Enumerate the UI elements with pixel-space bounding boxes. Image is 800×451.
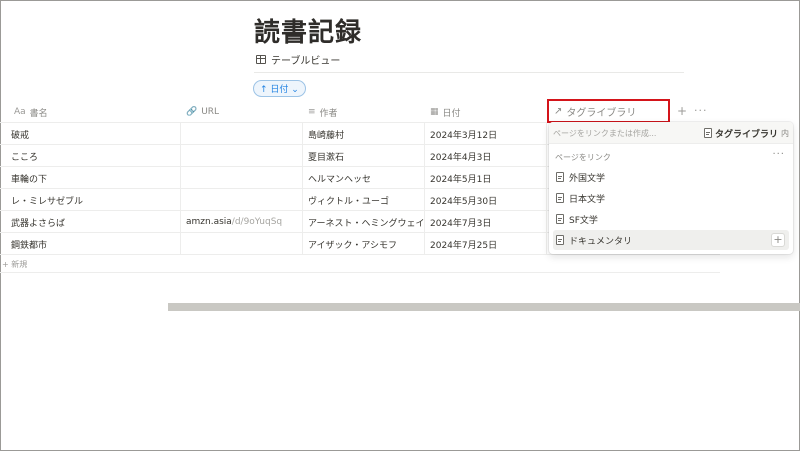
add-property-button[interactable]: + — [677, 104, 687, 118]
cell-url[interactable]: amzn.asia/d/9oYuqSq — [186, 211, 282, 233]
column-header-date[interactable]: ▦ 日付 — [430, 101, 461, 123]
cell-author[interactable]: アイザック・アシモフ — [308, 233, 397, 255]
column-header-url[interactable]: 🔗 URL — [186, 101, 219, 123]
add-relation-button[interactable]: + — [771, 233, 785, 247]
tab-table-view[interactable]: テーブルビュー — [256, 52, 340, 67]
relation-option[interactable]: 外国文学 — [553, 167, 789, 187]
page-icon — [556, 214, 564, 224]
horizontal-scrollbar[interactable] — [168, 303, 800, 311]
cell-title[interactable]: 車輪の下 — [11, 167, 47, 189]
new-row-button[interactable]: + 新規 — [0, 256, 720, 273]
cell-title[interactable]: 鋼鉄都市 — [11, 233, 47, 255]
column-label: 書名 — [29, 108, 48, 119]
target-database-name: タグライブラリ — [714, 129, 778, 140]
cell-title[interactable]: 破戒 — [11, 123, 29, 145]
new-row-label: + 新規 — [2, 259, 28, 269]
relation-property-name: タグライブラリ — [566, 107, 637, 119]
column-header-author[interactable]: ≡ 作者 — [308, 101, 338, 123]
text-type-icon: Aa — [14, 107, 26, 117]
target-database[interactable]: タグライブラリ 内 — [703, 122, 789, 144]
cell-author[interactable]: ヘルマンヘッセ — [308, 167, 371, 189]
cell-title[interactable]: こころ — [11, 145, 38, 167]
cell-author[interactable]: 夏目漱石 — [308, 145, 344, 167]
column-label: 作者 — [319, 108, 338, 119]
cell-date[interactable]: 2024年7月3日 — [430, 211, 491, 233]
url-host: amzn.asia — [186, 217, 232, 227]
cell-title[interactable]: 武器よさらば — [11, 211, 65, 233]
cell-date[interactable]: 2024年7月25日 — [430, 233, 497, 255]
relation-search-input[interactable] — [553, 125, 693, 141]
calendar-icon: ▦ — [430, 107, 439, 117]
cell-date[interactable]: 2024年5月1日 — [430, 167, 491, 189]
page-icon — [556, 172, 564, 182]
cell-date[interactable]: 2024年4月3日 — [430, 145, 491, 167]
relation-dropdown: タグライブラリ 内 ページをリンク ··· 外国文学 日本文学 SF文学 ドキュ… — [549, 122, 793, 254]
table-icon — [256, 55, 266, 64]
link-icon: 🔗 — [186, 107, 198, 117]
sort-date-button[interactable]: ↑ 日付 ⌄ — [253, 80, 306, 97]
column-label: URL — [201, 107, 220, 117]
relation-option[interactable]: ドキュメンタリ + — [553, 230, 789, 250]
sort-label: ↑ 日付 ⌄ — [260, 85, 299, 95]
relation-property-name-input[interactable]: ↗ タグライブラリ — [547, 99, 670, 123]
relation-option[interactable]: SF文学 — [553, 209, 789, 229]
page-icon — [703, 128, 712, 138]
list-icon: ≡ — [308, 107, 316, 117]
tab-label: テーブルビュー — [271, 56, 341, 67]
url-path: /d/9oYuqSq — [231, 217, 283, 227]
page-title: 読書記録 — [254, 18, 363, 48]
cell-date[interactable]: 2024年5月30日 — [430, 189, 497, 211]
view-divider — [254, 72, 684, 73]
target-database-suffix: 内 — [781, 128, 789, 138]
relation-search-bar: タグライブラリ 内 — [549, 122, 793, 144]
cell-title[interactable]: レ・ミレサゼブル — [11, 189, 83, 211]
column-header-title[interactable]: Aa 書名 — [14, 101, 48, 123]
option-label: 日本文学 — [569, 194, 606, 205]
relation-option[interactable]: 日本文学 — [553, 188, 789, 208]
cell-author[interactable]: アーネスト・ヘミングウェイ — [308, 211, 424, 233]
cell-author[interactable]: ヴィクトル・ユーゴ — [308, 189, 389, 211]
more-options-button[interactable]: ··· — [694, 104, 708, 117]
column-label: 日付 — [442, 108, 461, 119]
option-label: 外国文学 — [569, 173, 606, 184]
relation-arrow-icon: ↗ — [554, 105, 563, 117]
page-icon — [556, 193, 564, 203]
cell-date[interactable]: 2024年3月12日 — [430, 123, 497, 145]
option-label: SF文学 — [569, 215, 598, 226]
section-more-button[interactable]: ··· — [772, 149, 785, 160]
cell-author[interactable]: 島崎藤村 — [308, 123, 344, 145]
option-label: ドキュメンタリ — [569, 236, 633, 247]
page-icon — [556, 235, 564, 245]
section-label: ページをリンク — [555, 153, 611, 162]
